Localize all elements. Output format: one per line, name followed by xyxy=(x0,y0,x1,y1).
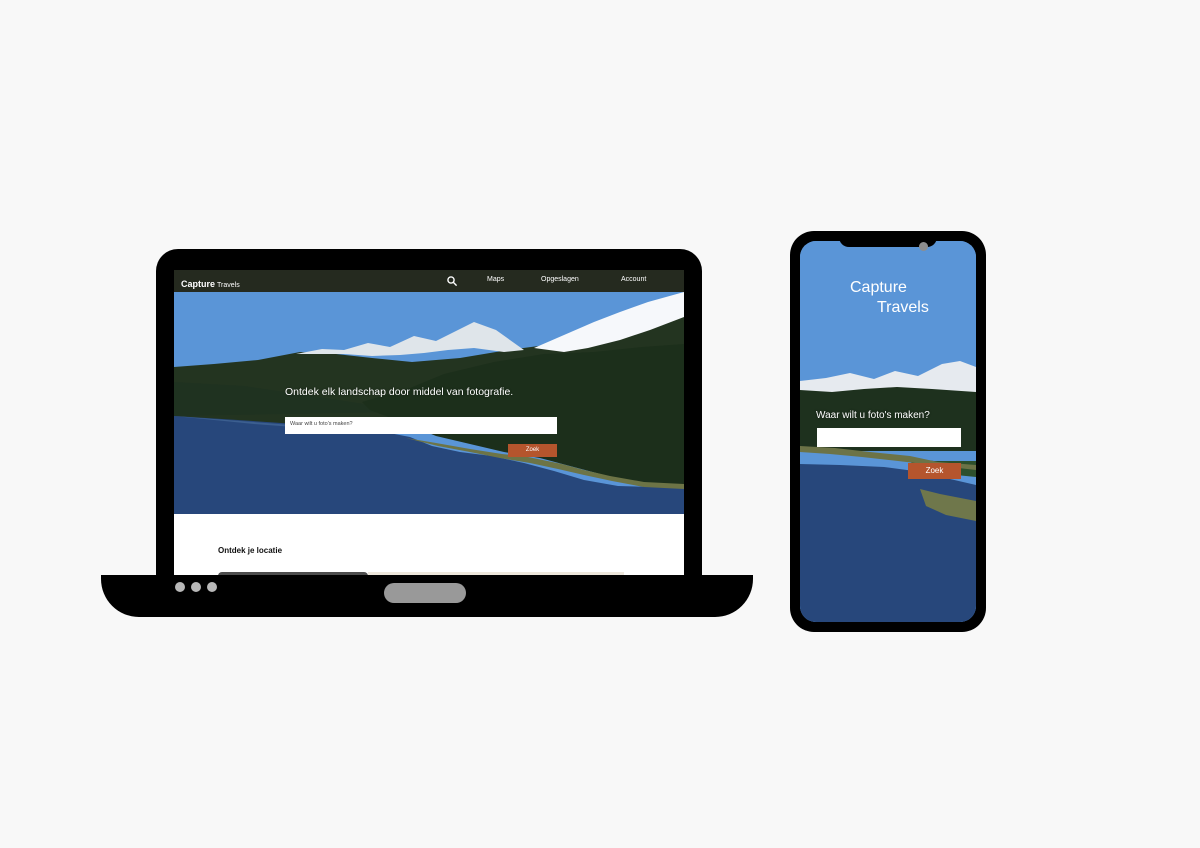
search-icon[interactable] xyxy=(446,275,458,287)
camera-icon xyxy=(919,242,928,251)
laptop-trackpad xyxy=(384,583,466,603)
phone-search-label: Waar wilt u foto's maken? xyxy=(816,410,930,421)
phone-zoek-button[interactable]: Zoek xyxy=(908,463,961,479)
nav-opgeslagen[interactable]: Opgeslagen xyxy=(541,276,579,283)
phone-search-input[interactable] xyxy=(817,428,961,447)
logo-secondary: Travels xyxy=(217,282,240,289)
logo[interactable]: Capture Travels xyxy=(181,274,240,292)
hero-headline: Ontdek elk landschap door middel van fot… xyxy=(285,386,514,398)
phone-logo-primary: Capture xyxy=(850,279,907,296)
logo-primary: Capture xyxy=(181,279,216,289)
nav-account[interactable]: Account xyxy=(621,276,646,283)
phone-logo-secondary: Travels xyxy=(877,299,929,316)
laptop-screen: Capture Travels Maps Opgeslagen Account O… xyxy=(174,270,684,580)
hero-landscape xyxy=(174,292,684,514)
laptop-indicator-dots xyxy=(175,582,217,592)
navbar: Capture Travels Maps Opgeslagen Account xyxy=(174,270,684,292)
nav-maps[interactable]: Maps xyxy=(487,276,504,283)
zoek-button[interactable]: Zoek xyxy=(508,444,557,457)
phone-body: Capture Travels Waar wilt u foto's maken… xyxy=(790,231,986,632)
section-title: Ontdek je locatie xyxy=(218,546,283,555)
hero-image: Ontdek elk landschap door middel van fot… xyxy=(174,292,684,514)
location-search-input[interactable]: Waar wilt u foto's maken? xyxy=(285,417,557,434)
phone-screen: Capture Travels Waar wilt u foto's maken… xyxy=(800,241,976,622)
